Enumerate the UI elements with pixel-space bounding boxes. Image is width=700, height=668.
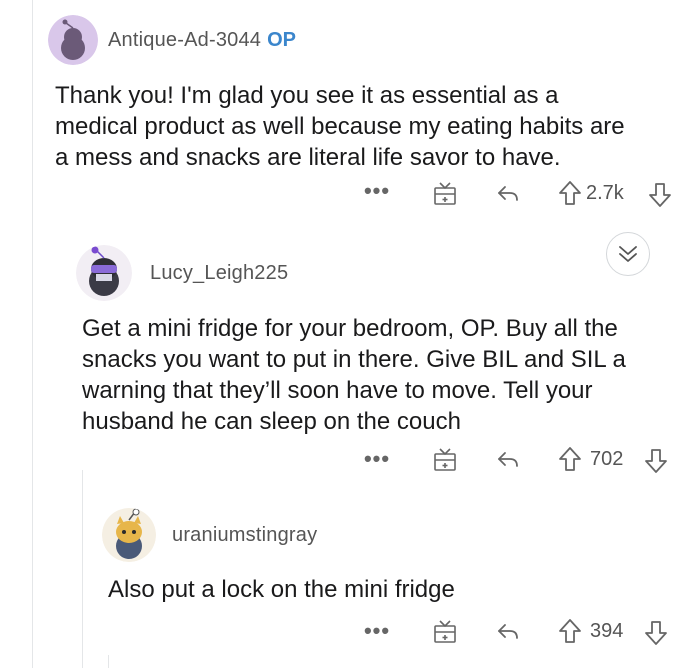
downvote-arrow-icon[interactable]	[642, 618, 670, 648]
user-avatar[interactable]	[48, 15, 98, 65]
comment-line: medical product as well because my eatin…	[55, 113, 625, 140]
username[interactable]: Lucy_Leigh225	[150, 262, 288, 285]
more-options-icon[interactable]: •••	[362, 446, 392, 472]
username[interactable]: Antique-Ad-3044	[108, 29, 261, 52]
gift-award-icon[interactable]	[430, 444, 460, 474]
comment-line: Thank you! I'm glad you see it as essent…	[55, 82, 559, 109]
downvote-arrow-icon[interactable]	[646, 180, 674, 210]
comment-line: snacks you want to put in there. Give BI…	[82, 346, 626, 373]
comment-line: Get a mini fridge for your bedroom, OP. …	[82, 315, 618, 342]
downvote-arrow-icon[interactable]	[642, 446, 670, 476]
reply-arrow-icon[interactable]	[493, 444, 523, 474]
vote-score: 394	[590, 619, 624, 642]
comment-line: warning that they’ll soon have to move. …	[82, 377, 593, 404]
reply-arrow-icon[interactable]	[493, 178, 523, 208]
reply-arrow-icon[interactable]	[493, 616, 523, 646]
comment-line: a mess and snacks are literal life savor…	[55, 144, 561, 171]
comment-body: Get a mini fridge for your bedroom, OP. …	[82, 313, 626, 437]
chevron-double-down-icon	[619, 246, 637, 262]
gift-award-icon[interactable]	[430, 616, 460, 646]
user-avatar[interactable]	[102, 508, 156, 562]
comment-line: husband he can sleep on the couch	[82, 408, 461, 435]
collapse-button[interactable]	[606, 232, 650, 276]
op-badge: OP	[267, 28, 297, 51]
comment-body: Thank you! I'm glad you see it as essent…	[55, 80, 625, 173]
thread-line-level-2[interactable]	[82, 470, 83, 668]
upvote-arrow-icon[interactable]	[556, 178, 584, 208]
thread-line-level-1[interactable]	[32, 210, 33, 668]
more-options-icon[interactable]: •••	[362, 618, 392, 644]
upvote-arrow-icon[interactable]	[556, 444, 584, 474]
gift-award-icon[interactable]	[430, 178, 460, 208]
user-avatar[interactable]	[76, 245, 132, 301]
comment-body: Also put a lock on the mini fridge	[108, 574, 455, 605]
upvote-arrow-icon[interactable]	[556, 616, 584, 646]
more-options-icon[interactable]: •••	[362, 178, 392, 204]
comment-line: Also put a lock on the mini fridge	[108, 576, 455, 603]
thread-line-level-3[interactable]	[108, 655, 109, 668]
vote-score: 702	[590, 447, 624, 470]
vote-score: 2.7k	[586, 181, 624, 204]
username[interactable]: uraniumstingray	[172, 524, 317, 547]
